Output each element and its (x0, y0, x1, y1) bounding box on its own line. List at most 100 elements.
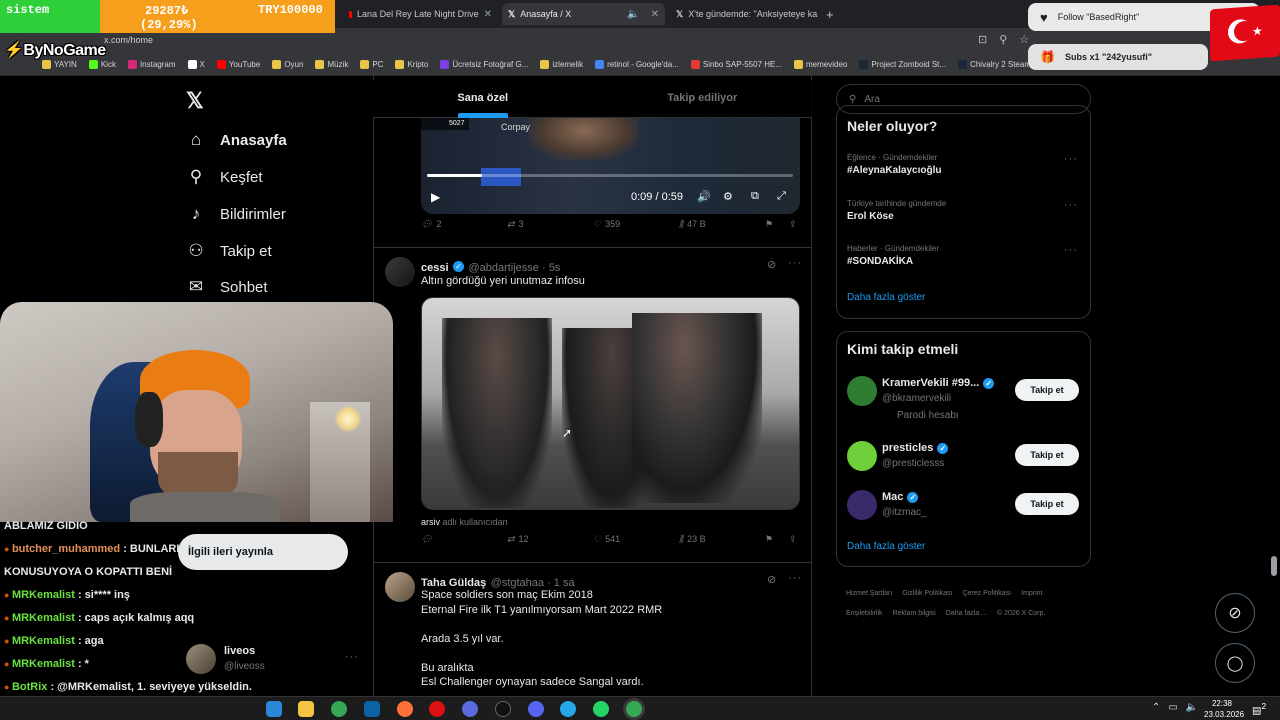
chat-username[interactable]: MRKemalist (12, 589, 75, 601)
bookmark-item[interactable]: memevideo (788, 60, 853, 69)
share-icon[interactable]: ⇪ (789, 219, 797, 230)
post-image[interactable]: ➚ (421, 297, 800, 510)
show-more-link[interactable]: Daha fazla göster (847, 292, 925, 303)
credit-user[interactable]: arsiv (421, 517, 440, 527)
tab-youtube[interactable]: Lana Del Rey Late Night Drive ✕ (343, 3, 498, 25)
footer-link[interactable]: Hizmet Şartları (846, 585, 892, 602)
footer-link[interactable]: Imprint (1021, 585, 1042, 602)
bookmark-item[interactable]: Kripto (389, 60, 434, 69)
chevron-up-icon[interactable]: ⌃ (1152, 702, 1160, 713)
reply-button[interactable]: 💬︎ 2 (421, 219, 441, 230)
account-name[interactable]: liveos (224, 645, 255, 657)
reply-button[interactable]: 💬︎ (421, 534, 436, 545)
messages-button[interactable]: ◯ (1215, 643, 1255, 683)
follow-button[interactable]: Takip et (1015, 493, 1079, 515)
chrome-icon[interactable] (331, 701, 347, 717)
new-tab-button[interactable]: + (820, 3, 840, 25)
footer-link[interactable]: Erişilebilirlik (846, 605, 883, 622)
bookmark-item[interactable]: Kick (83, 60, 122, 69)
more-icon[interactable]: ··· (345, 651, 359, 663)
more-icon[interactable]: ··· (788, 572, 802, 584)
bookmark-item[interactable]: Project Zomboid St... (853, 60, 952, 69)
bookmark-item[interactable]: Sinbo SAP-5507 HE... (685, 60, 788, 69)
zoom-icon[interactable]: ⚲ (999, 33, 1007, 46)
author-handle[interactable]: @abdartijesse · 5s (468, 262, 560, 274)
avatar[interactable] (847, 376, 877, 406)
bookmark-icon[interactable]: ⚑ (765, 534, 773, 545)
volume-icon[interactable]: 🔊 (697, 190, 711, 203)
chat-username[interactable]: MRKemalist (12, 635, 75, 647)
play-icon[interactable]: ▶ (431, 190, 440, 204)
more-icon[interactable]: ··· (788, 257, 802, 269)
like-button[interactable]: ♡ 541 (593, 534, 620, 545)
sidebar-item-5[interactable]: ✉ Sohbet (186, 277, 268, 297)
network-icon[interactable]: ▭ (1168, 702, 1177, 713)
bookmark-item[interactable]: X (182, 60, 211, 69)
views-button[interactable]: ⫼ 23 B (679, 534, 706, 545)
user-name[interactable]: presticles ✓ (882, 442, 949, 454)
opera-icon[interactable] (429, 701, 445, 717)
trend-item[interactable]: Türkiye tarihinde gündemde Erol Köse ··· (847, 199, 1082, 222)
bookmark-item[interactable]: Müzik (309, 60, 354, 69)
footer-link[interactable]: Çerez Politikası (962, 585, 1011, 602)
clock[interactable]: 22:38 23.03.2026 (1204, 698, 1244, 720)
app-icon[interactable] (462, 701, 478, 717)
repost-button[interactable]: ⇄ 12 (507, 534, 529, 545)
url-field[interactable]: x.com/home (104, 35, 153, 45)
more-icon[interactable]: ··· (1064, 199, 1078, 211)
user-name[interactable]: Mac ✓ (882, 491, 919, 503)
close-icon[interactable]: ✕ (651, 9, 659, 20)
views-button[interactable]: ⫼ 47 B (679, 219, 706, 230)
repost-button[interactable]: ⇄ 3 (507, 219, 524, 230)
settings-icon[interactable]: ⚙ (723, 190, 733, 203)
bookmark-item[interactable]: PC (354, 60, 389, 69)
grok-button[interactable]: ⊘ (1215, 593, 1255, 633)
avatar[interactable] (847, 490, 877, 520)
video-player[interactable]: Corpay 5027 ▶ 0:09 / 0:59 🔊 ⚙ ⧉ ⤢ (421, 118, 800, 214)
show-more-link[interactable]: Daha fazla göster (847, 541, 925, 552)
telegram-icon[interactable] (560, 701, 576, 717)
bookmark-item[interactable]: retinol - Google'da... (589, 60, 685, 69)
pip-icon[interactable]: ⧉ (751, 190, 759, 203)
volume-icon[interactable]: 🔈 (1186, 702, 1198, 713)
chrome-icon[interactable] (626, 701, 642, 717)
bookmark-item[interactable]: YouTube (211, 60, 266, 69)
scrollbar-thumb[interactable] (1271, 556, 1277, 576)
whatsapp-icon[interactable] (593, 701, 609, 717)
share-icon[interactable]: ⇪ (789, 534, 797, 545)
firefox-icon[interactable] (397, 701, 413, 717)
mail-icon[interactable] (364, 701, 380, 717)
user-name[interactable]: KramerVekili #99... ✓ (882, 377, 995, 389)
sidebar-item-1[interactable]: ⌂ Anasayfa (186, 130, 287, 150)
more-icon[interactable]: ··· (1064, 153, 1078, 165)
install-icon[interactable]: ⊡ (978, 33, 987, 46)
video-progress[interactable] (427, 174, 793, 177)
chat-username[interactable]: MRKemalist (12, 612, 75, 624)
close-icon[interactable]: ✕ (484, 9, 492, 20)
chat-username[interactable]: butcher_muhammed (12, 543, 120, 555)
footer-link[interactable]: © 2026 X Corp. (997, 605, 1045, 622)
fullscreen-icon[interactable]: ⤢ (777, 190, 786, 203)
app-icon[interactable] (266, 701, 282, 717)
grok-icon[interactable]: ⊘ (767, 258, 776, 271)
bookmark-item[interactable]: Instagram (122, 60, 182, 69)
sidebar-item-2[interactable]: ⚲ Keşfet (186, 167, 263, 187)
chat-username[interactable]: MRKemalist (12, 658, 75, 670)
bookmark-item[interactable]: Ücretsiz Fotoğraf G... (434, 60, 534, 69)
notification-icon[interactable]: ▤2 (1252, 701, 1266, 716)
chat-username[interactable]: BotRix (12, 681, 47, 693)
grok-icon[interactable]: ⊘ (767, 573, 776, 586)
footer-link[interactable]: Reklam bilgisi (893, 605, 936, 622)
bookmark-item[interactable]: YAYIN (36, 60, 83, 69)
obs-icon[interactable] (495, 701, 511, 717)
author-name[interactable]: cessi (421, 262, 449, 274)
tab-for-you[interactable]: Sana özel (373, 80, 593, 125)
x-logo-icon[interactable]: 𝕏 (186, 88, 204, 114)
account-avatar[interactable] (186, 644, 216, 674)
sidebar-item-3[interactable]: ♪ Bildirimler (186, 204, 286, 224)
follow-button[interactable]: Takip et (1015, 379, 1079, 401)
sidebar-item-4[interactable]: ⚇ Takip et (186, 241, 271, 261)
more-icon[interactable]: ··· (1064, 244, 1078, 256)
trend-item[interactable]: Eğlence · Gündemdekiler #AleynaKalaycıoğl… (847, 153, 1082, 176)
follow-button[interactable]: Takip et (1015, 444, 1079, 466)
